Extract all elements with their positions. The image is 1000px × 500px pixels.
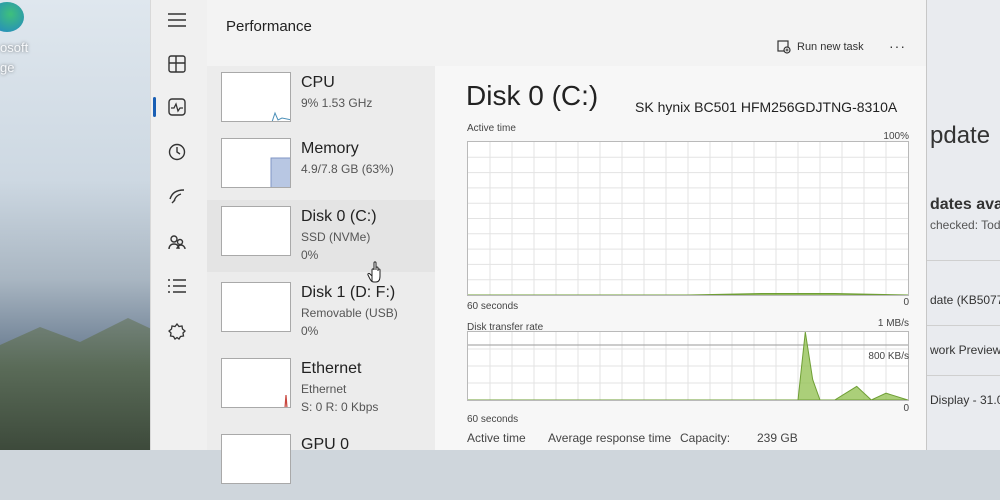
- device-ethernet[interactable]: Ethernet Ethernet S: 0 R: 0 Kbps: [207, 352, 435, 424]
- device-cpu[interactable]: CPU 9% 1.53 GHz: [207, 66, 435, 138]
- transfer-rate-chart: [467, 331, 909, 401]
- desktop-background: osoft ge: [0, 0, 160, 450]
- divider: [927, 325, 1000, 326]
- device-type: SSD (NVMe): [301, 230, 371, 244]
- device-gpu0[interactable]: GPU 0: [207, 428, 435, 500]
- cpu-thumbnail-graph: [221, 72, 291, 122]
- title-bar: Performance Run new task ···: [207, 0, 926, 66]
- gpu0-thumbnail-graph: [221, 434, 291, 484]
- run-new-task-label: Run new task: [797, 41, 864, 53]
- divider: [927, 375, 1000, 376]
- performance-icon[interactable]: [163, 93, 191, 121]
- run-new-task-button[interactable]: Run new task: [777, 40, 864, 54]
- capacity-value: 239 GB: [757, 431, 798, 445]
- disk1-thumbnail-graph: [221, 282, 291, 332]
- device-type: Removable (USB): [301, 306, 398, 320]
- device-name: Disk 1 (D: F:): [301, 284, 396, 301]
- device-type: Ethernet: [301, 382, 347, 396]
- device-usage: 4.9/7.8 GB (63%): [301, 162, 394, 176]
- active-time-chart: [467, 141, 909, 296]
- app-history-icon[interactable]: [163, 138, 191, 166]
- device-name: GPU 0: [301, 436, 350, 453]
- desktop-icon-label-2[interactable]: ge: [0, 60, 14, 75]
- edge-app-icon[interactable]: [0, 2, 24, 32]
- transfer-rate-max-label: 1 MB/s: [877, 318, 909, 329]
- disk-model: SK hynix BC501 HFM256GDJTNG-8310A: [635, 99, 898, 115]
- task-manager-window: Performance Run new task ··· CPU 9% 1.53…: [150, 0, 927, 484]
- performance-device-list: CPU 9% 1.53 GHz Memory 4.9/7.8 GB (63%) …: [207, 66, 435, 484]
- updates-available-text: dates avail: [930, 196, 1000, 213]
- landscape-hill: [0, 318, 160, 450]
- device-name: Memory: [301, 140, 359, 157]
- processes-icon[interactable]: [163, 50, 191, 78]
- page-title: Performance: [226, 18, 312, 35]
- active-time-stat-label: Active time: [467, 431, 526, 445]
- users-icon[interactable]: [163, 228, 191, 256]
- device-usage: 0%: [301, 324, 319, 338]
- active-time-label: Active time: [467, 123, 516, 134]
- device-name: CPU: [301, 74, 335, 91]
- disk0-thumbnail-graph: [221, 206, 291, 256]
- active-time-time-label: 60 seconds: [467, 301, 519, 312]
- active-time-min-label: 0: [903, 297, 909, 308]
- capacity-label: Capacity:: [680, 431, 731, 445]
- startup-apps-icon[interactable]: [163, 182, 191, 210]
- memory-thumbnail-graph: [221, 138, 291, 188]
- more-options-icon[interactable]: ···: [889, 38, 906, 54]
- background-update-window: pdate dates avail checked: Tod date (KB5…: [926, 0, 1000, 450]
- disk-title: Disk 0 (C:): [466, 80, 599, 111]
- device-usage: 0%: [301, 248, 319, 262]
- transfer-rate-mid-label: 800 KB/s: [868, 351, 909, 362]
- transfer-rate-min-label: 0: [903, 403, 909, 414]
- avg-response-stat-label: Average response time: [548, 431, 672, 445]
- services-icon[interactable]: [163, 318, 191, 346]
- details-icon[interactable]: [163, 272, 191, 300]
- device-name: Ethernet: [301, 360, 362, 377]
- nav-active-indicator: [153, 97, 156, 117]
- run-task-icon: [777, 40, 791, 54]
- divider: [927, 260, 1000, 261]
- device-disk1[interactable]: Disk 1 (D: F:) Removable (USB) 0%: [207, 276, 435, 348]
- device-usage: S: 0 R: 0 Kbps: [301, 400, 379, 414]
- nav-rail: [151, 0, 207, 450]
- ethernet-thumbnail-graph: [221, 358, 291, 408]
- hamburger-menu-icon[interactable]: [163, 6, 191, 34]
- update-item-2[interactable]: work Preview: [930, 343, 1000, 357]
- update-item-3[interactable]: Display - 31.0: [930, 393, 1000, 407]
- device-usage: 9% 1.53 GHz: [301, 96, 373, 110]
- last-checked-text: checked: Tod: [930, 218, 1000, 232]
- disk-detail-panel: Disk 0 (C:) SK hynix BC501 HFM256GDJTNG-…: [435, 66, 927, 450]
- device-memory[interactable]: Memory 4.9/7.8 GB (63%): [207, 132, 435, 204]
- transfer-rate-time-label: 60 seconds: [467, 414, 519, 425]
- desktop-icon-label-1[interactable]: osoft: [0, 40, 28, 55]
- device-disk0[interactable]: Disk 0 (C:) SSD (NVMe) 0%: [207, 200, 435, 283]
- device-name: Disk 0 (C:): [301, 208, 377, 225]
- update-heading: pdate: [930, 122, 991, 149]
- update-item-1[interactable]: date (KB5077: [930, 293, 1000, 307]
